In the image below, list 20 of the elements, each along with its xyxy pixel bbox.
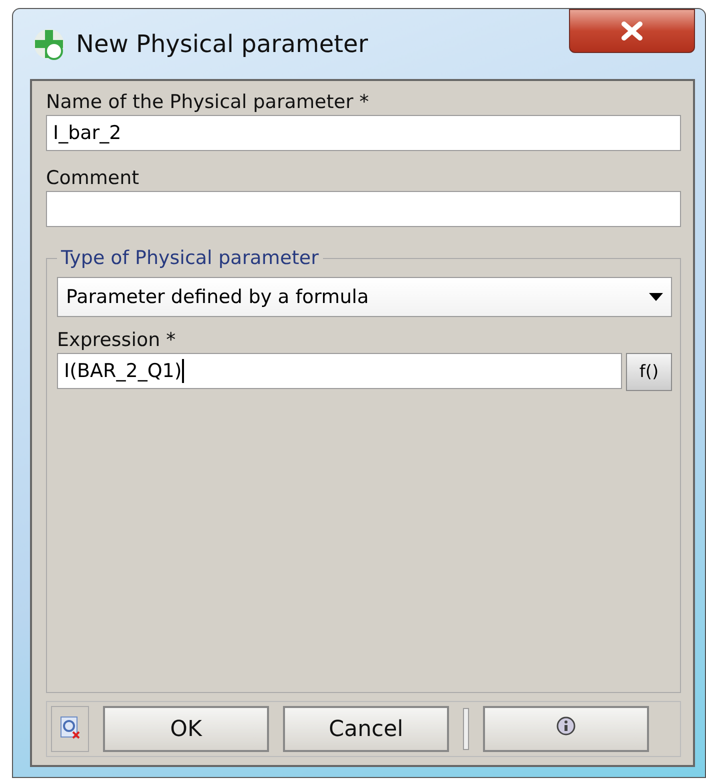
info-icon (556, 716, 576, 736)
function-button[interactable]: f() (626, 353, 672, 391)
preview-button[interactable] (51, 706, 89, 752)
app-logo-icon (32, 27, 66, 61)
magnifier-page-icon (59, 716, 81, 740)
field-label: Expression * (57, 328, 177, 353)
field-label: Name of the Physical parameter * (46, 90, 370, 115)
group-title: Type of Physical parameter (60, 247, 320, 269)
expression-field[interactable]: I(BAR_2_Q1) (57, 353, 622, 389)
close-button[interactable] (569, 9, 695, 53)
dialog-button[interactable]: Cancel (283, 706, 449, 752)
dropdown-arrow-icon (649, 293, 663, 301)
window-title: New Physical parameter (76, 30, 368, 58)
close-icon (619, 21, 645, 41)
dialog-button[interactable]: OK (103, 706, 269, 752)
field-label: Comment (46, 166, 140, 191)
comment-field[interactable] (46, 191, 681, 227)
type-dropdown[interactable]: Parameter defined by a formula (57, 277, 672, 317)
name-field[interactable]: I_bar_2 (46, 115, 681, 151)
info-button[interactable] (483, 706, 649, 752)
